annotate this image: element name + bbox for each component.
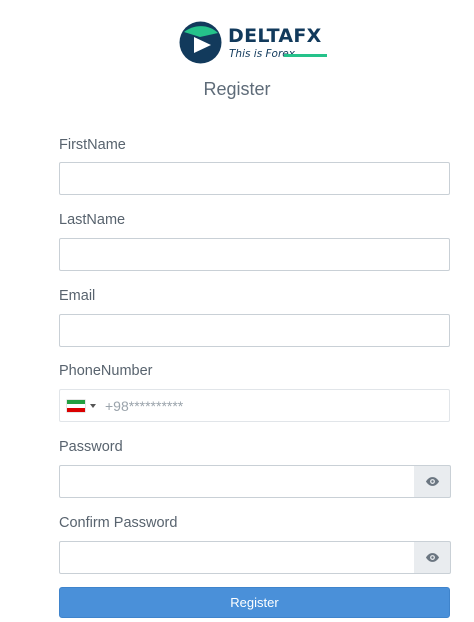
caret-down-icon	[90, 403, 96, 408]
confirm-password-input[interactable]	[59, 541, 415, 574]
register-button[interactable]: Register	[59, 587, 450, 618]
last-name-label: LastName	[59, 212, 126, 228]
first-name-label: FirstName	[59, 137, 126, 153]
page-title: Register	[203, 79, 271, 99]
deltafx-logo-mark-icon	[179, 21, 222, 64]
tagline-underline	[284, 54, 327, 57]
deltafx-logo: DELTAFX This is Forex	[178, 20, 338, 66]
register-page: DELTAFX This is Forex Register FirstName…	[0, 0, 474, 622]
show-password-button[interactable]	[414, 465, 451, 498]
last-name-input[interactable]	[59, 238, 450, 271]
brand-name: DELTAFX	[228, 25, 322, 47]
password-label: Password	[59, 439, 123, 455]
confirm-password-label: Confirm Password	[59, 515, 178, 531]
eye-icon	[425, 553, 439, 562]
phone-number-field	[59, 389, 450, 422]
first-name-input[interactable]	[59, 162, 450, 195]
password-input[interactable]	[59, 465, 415, 498]
phone-number-input[interactable]	[105, 390, 445, 421]
email-input[interactable]	[59, 314, 450, 347]
email-label: Email	[59, 288, 96, 304]
country-code-select[interactable]	[67, 390, 101, 421]
iran-flag-icon	[67, 399, 85, 412]
eye-icon	[425, 477, 439, 486]
show-confirm-password-button[interactable]	[414, 541, 451, 574]
phone-number-label: PhoneNumber	[59, 363, 153, 379]
